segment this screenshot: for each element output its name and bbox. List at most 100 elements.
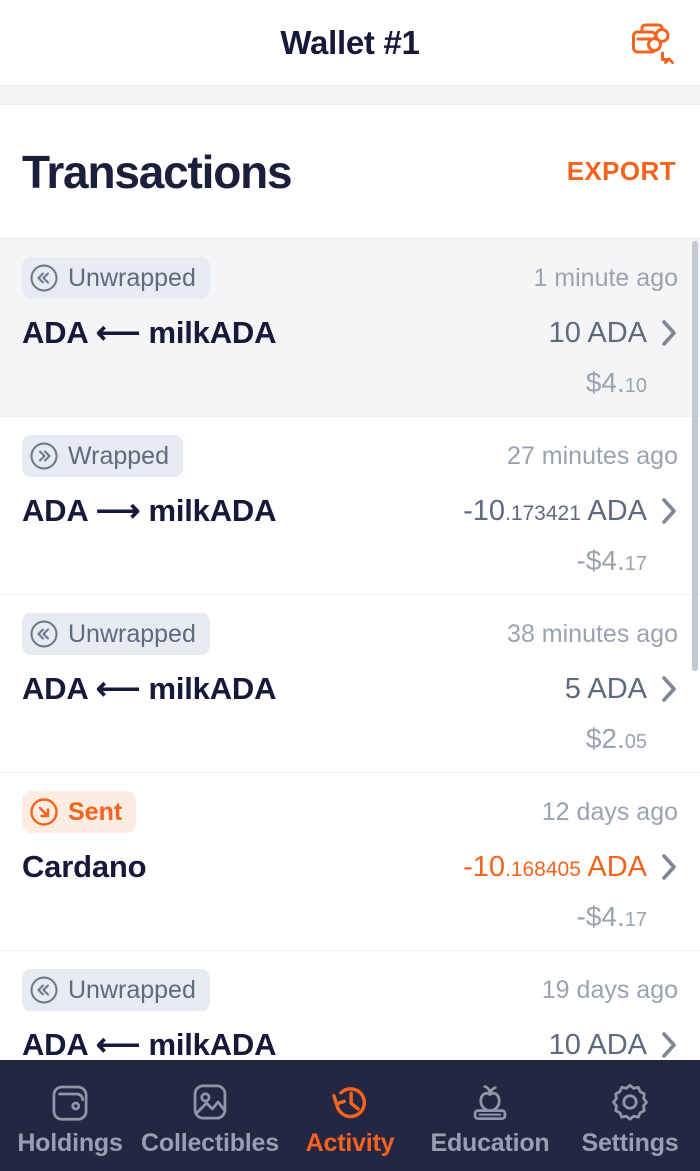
transaction-row-middle: ADA ⟵ milkADA 10 ADA — [22, 311, 678, 355]
nav-item-label: Activity — [305, 1129, 395, 1157]
fiat-fraction: 17 — [624, 553, 647, 575]
transaction-row-top: Unwrapped 19 days ago — [22, 969, 678, 1011]
amount-unit: ADA — [580, 672, 647, 705]
transaction-row-bottom: -$4.17 — [22, 543, 678, 579]
scrollbar-track[interactable] — [692, 239, 698, 1060]
fiat-fraction: 10 — [624, 375, 647, 397]
switch-wallet-button[interactable] — [628, 18, 678, 68]
circle-double-chevron-left-icon — [30, 976, 58, 1004]
transaction-title: ADA ⟶ milkADA — [22, 493, 277, 528]
page-title: Wallet #1 — [280, 23, 420, 61]
transaction-amount-group: -10.168405 ADA — [463, 851, 678, 884]
amount-unit: ADA — [580, 1028, 647, 1061]
fiat-integer: -$4. — [576, 901, 625, 932]
transaction-row-middle: Cardano -10.168405 ADA — [22, 845, 678, 889]
nav-item-collectibles[interactable]: Collectibles — [140, 1079, 280, 1158]
apple-book-icon — [473, 1085, 507, 1121]
transaction-row[interactable]: Unwrapped 19 days ago ADA ⟵ milkADA 10 A… — [0, 951, 700, 1060]
transaction-type-badge: Unwrapped — [22, 613, 210, 655]
chevron-right-icon — [662, 854, 676, 880]
transaction-amount-group: 5 ADA — [565, 673, 678, 706]
fiat-integer: $2. — [585, 723, 625, 754]
transaction-row-top: Sent 12 days ago — [22, 791, 678, 833]
amount-unit: ADA — [580, 850, 647, 883]
nav-item-holdings[interactable]: Holdings — [0, 1079, 140, 1158]
nav-item-label: Education — [430, 1129, 550, 1157]
amount-integer: 10 — [548, 1028, 581, 1061]
nav-item-label: Collectibles — [141, 1129, 279, 1157]
image-icon — [193, 1084, 227, 1120]
badge-label: Unwrapped — [68, 975, 196, 1004]
clock-history-icon — [332, 1087, 367, 1119]
badge-label: Unwrapped — [68, 263, 196, 292]
transactions-header: Transactions EXPORT — [0, 105, 700, 238]
nav-item-settings[interactable]: Settings — [560, 1079, 700, 1158]
transaction-row-middle: ADA ⟵ milkADA 10 ADA — [22, 1023, 678, 1060]
transaction-row-top: Unwrapped 1 minute ago — [22, 257, 678, 299]
transaction-title: ADA ⟵ milkADA — [22, 671, 277, 706]
amount-integer: -10 — [463, 850, 505, 883]
transaction-amount: 5 ADA — [565, 673, 647, 706]
circle-arrow-down-right-icon — [30, 798, 58, 826]
transaction-time: 19 days ago — [541, 975, 678, 1004]
circle-double-chevron-left-icon — [30, 620, 58, 648]
fiat-integer: -$4. — [576, 545, 625, 576]
transaction-amount-group: -10.173421 ADA — [463, 495, 678, 528]
transaction-title: ADA ⟵ milkADA — [22, 1027, 277, 1060]
transaction-time: 38 minutes ago — [507, 619, 678, 648]
transaction-amount-group: 10 ADA — [549, 1029, 678, 1061]
badge-label: Sent — [68, 797, 123, 826]
transaction-row[interactable]: Unwrapped 1 minute ago ADA ⟵ milkADA 10 … — [0, 239, 700, 417]
amount-integer: 10 — [548, 316, 581, 349]
transaction-list[interactable]: Unwrapped 1 minute ago ADA ⟵ milkADA 10 … — [0, 238, 700, 1060]
gear-icon — [612, 1083, 648, 1121]
transaction-type-badge: Unwrapped — [22, 257, 210, 299]
circle-double-chevron-right-icon — [30, 442, 58, 470]
transaction-row-top: Unwrapped 38 minutes ago — [22, 613, 678, 655]
nav-item-label: Settings — [581, 1129, 679, 1157]
nav-item-activity[interactable]: Activity — [280, 1079, 420, 1158]
transaction-row[interactable]: Wrapped 27 minutes ago ADA ⟶ milkADA -10… — [0, 417, 700, 595]
bottom-navigation: Holdings Collectibles Activity Education… — [0, 1060, 700, 1171]
amount-unit: ADA — [580, 494, 647, 527]
transaction-time: 1 minute ago — [533, 263, 678, 292]
transaction-row-top: Wrapped 27 minutes ago — [22, 435, 678, 477]
amount-integer: -10 — [463, 494, 505, 527]
top-bar: Wallet #1 — [0, 0, 700, 85]
transaction-title: ADA ⟵ milkADA — [22, 315, 277, 350]
transaction-amount: 10 ADA — [549, 317, 647, 350]
scrollbar-thumb[interactable] — [692, 241, 698, 671]
nav-item-label: Holdings — [17, 1129, 123, 1157]
chevron-right-icon — [662, 1032, 676, 1058]
transaction-fiat-value: $4.10 — [586, 367, 647, 399]
badge-label: Unwrapped — [68, 619, 196, 648]
amount-unit: ADA — [580, 316, 647, 349]
transaction-type-badge: Wrapped — [22, 435, 183, 477]
transaction-amount: 10 ADA — [549, 1029, 647, 1061]
transaction-row[interactable]: Sent 12 days ago Cardano -10.168405 ADA … — [0, 773, 700, 951]
transaction-amount-group: 10 ADA — [549, 317, 678, 350]
fiat-fraction: 05 — [624, 731, 647, 753]
chevron-right-icon — [662, 320, 676, 346]
wallet-icon — [52, 1085, 88, 1121]
transaction-time: 27 minutes ago — [507, 441, 678, 470]
transaction-type-badge: Sent — [22, 791, 137, 833]
transaction-row[interactable]: Unwrapped 38 minutes ago ADA ⟵ milkADA 5… — [0, 595, 700, 773]
transaction-row-middle: ADA ⟶ milkADA -10.173421 ADA — [22, 489, 678, 533]
transaction-row-bottom: $4.10 — [22, 365, 678, 401]
transaction-title: Cardano — [22, 849, 147, 884]
fiat-fraction: 17 — [624, 909, 647, 931]
transaction-fiat-value: $2.05 — [586, 723, 647, 755]
amount-fraction: .168405 — [504, 857, 581, 881]
circle-double-chevron-left-icon — [30, 264, 58, 292]
chevron-right-icon — [662, 676, 676, 702]
fiat-integer: $4. — [585, 367, 625, 398]
header-divider-strip — [0, 85, 700, 105]
transaction-row-bottom: $2.05 — [22, 721, 678, 757]
amount-fraction: .173421 — [504, 501, 581, 525]
nav-item-education[interactable]: Education — [420, 1079, 560, 1158]
section-title: Transactions — [22, 145, 293, 198]
export-button[interactable]: EXPORT — [567, 156, 676, 187]
transaction-amount: -10.168405 ADA — [463, 851, 647, 884]
transaction-time: 12 days ago — [541, 797, 678, 826]
